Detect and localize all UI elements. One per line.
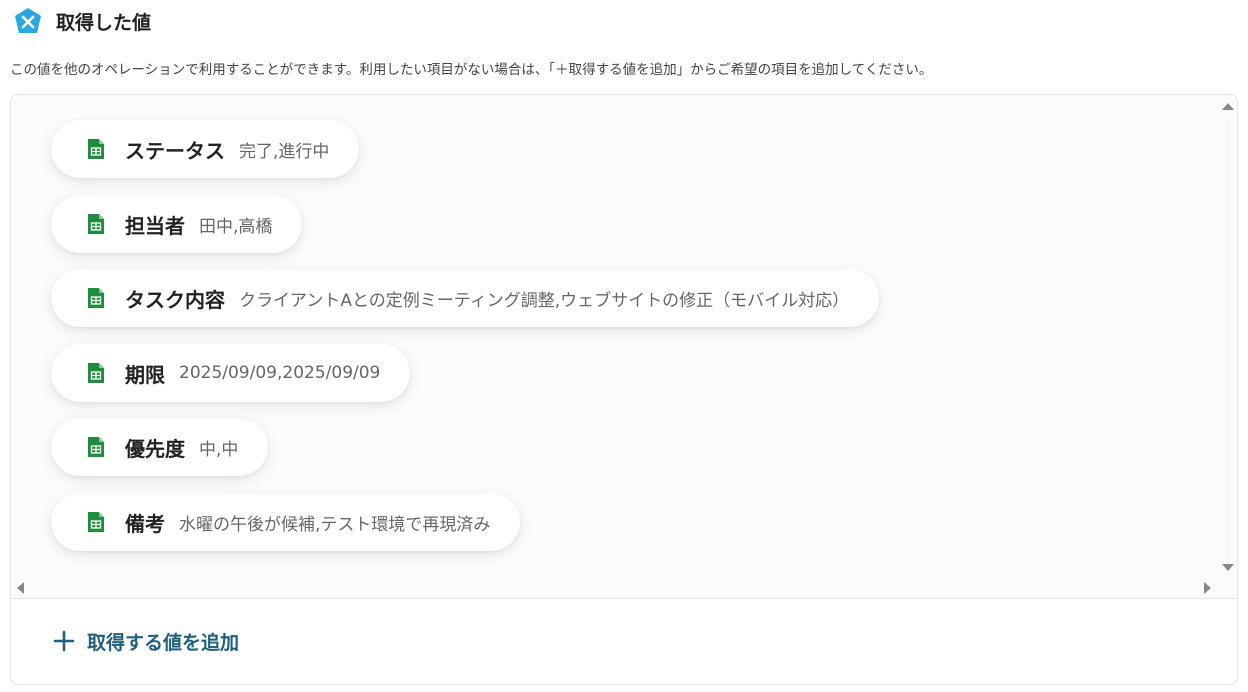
section-header: 取得した値 bbox=[12, 7, 151, 35]
value-chip-priority[interactable]: 優先度 中,中 bbox=[51, 418, 269, 476]
google-sheets-icon bbox=[88, 363, 104, 383]
field-value: 中,中 bbox=[199, 439, 239, 460]
google-sheets-icon bbox=[88, 512, 104, 532]
scroll-up-arrow-icon[interactable] bbox=[1222, 103, 1234, 110]
values-scroll-area[interactable]: ステータス 完了,進行中 担当者 田中,高橋 タスク内容 クライアントAとの定例… bbox=[11, 95, 1237, 598]
field-value: クライアントAとの定例ミーティング調整,ウェブサイトの修正（モバイル対応） bbox=[239, 290, 850, 311]
field-value: 2025/09/09,2025/09/09 bbox=[179, 363, 381, 383]
field-label: 期限 bbox=[125, 362, 165, 387]
fetched-values-panel: ステータス 完了,進行中 担当者 田中,高橋 タスク内容 クライアントAとの定例… bbox=[10, 94, 1238, 685]
value-chip-status[interactable]: ステータス 完了,進行中 bbox=[51, 120, 360, 178]
section-title: 取得した値 bbox=[56, 11, 152, 34]
section-description: この値を他のオペレーションで利用することができます。利用したい項目がない場合は、… bbox=[10, 62, 933, 78]
field-label: ステータス bbox=[125, 138, 225, 163]
scroll-left-arrow-icon[interactable] bbox=[17, 582, 24, 594]
field-value: 水曜の午後が候補,テスト環境で再現済み bbox=[179, 514, 491, 535]
value-chip-task[interactable]: タスク内容 クライアントAとの定例ミーティング調整,ウェブサイトの修正（モバイル… bbox=[51, 269, 880, 327]
plus-icon bbox=[53, 630, 75, 652]
field-label: 備考 bbox=[125, 511, 165, 536]
value-chip-notes[interactable]: 備考 水曜の午後が候補,テスト環境で再現済み bbox=[51, 493, 521, 551]
google-sheets-icon bbox=[88, 288, 104, 308]
google-sheets-icon bbox=[88, 437, 104, 457]
vertical-scrollbar[interactable] bbox=[1225, 115, 1231, 560]
google-sheets-icon bbox=[88, 214, 104, 234]
field-value: 田中,高橋 bbox=[199, 216, 273, 237]
yoom-logo-icon bbox=[12, 7, 44, 35]
field-label: タスク内容 bbox=[125, 287, 225, 312]
value-chip-assignee[interactable]: 担当者 田中,高橋 bbox=[51, 195, 303, 253]
scroll-right-arrow-icon[interactable] bbox=[1204, 582, 1211, 594]
field-label: 優先度 bbox=[125, 436, 185, 461]
google-sheets-icon bbox=[88, 139, 104, 159]
field-label: 担当者 bbox=[125, 213, 185, 238]
panel-divider bbox=[11, 598, 1237, 599]
add-value-label: 取得する値を追加 bbox=[87, 631, 240, 654]
value-chip-deadline[interactable]: 期限 2025/09/09,2025/09/09 bbox=[51, 344, 411, 402]
field-value: 完了,進行中 bbox=[239, 141, 330, 162]
scroll-down-arrow-icon[interactable] bbox=[1222, 564, 1234, 571]
add-value-button[interactable]: 取得する値を追加 bbox=[53, 623, 239, 659]
